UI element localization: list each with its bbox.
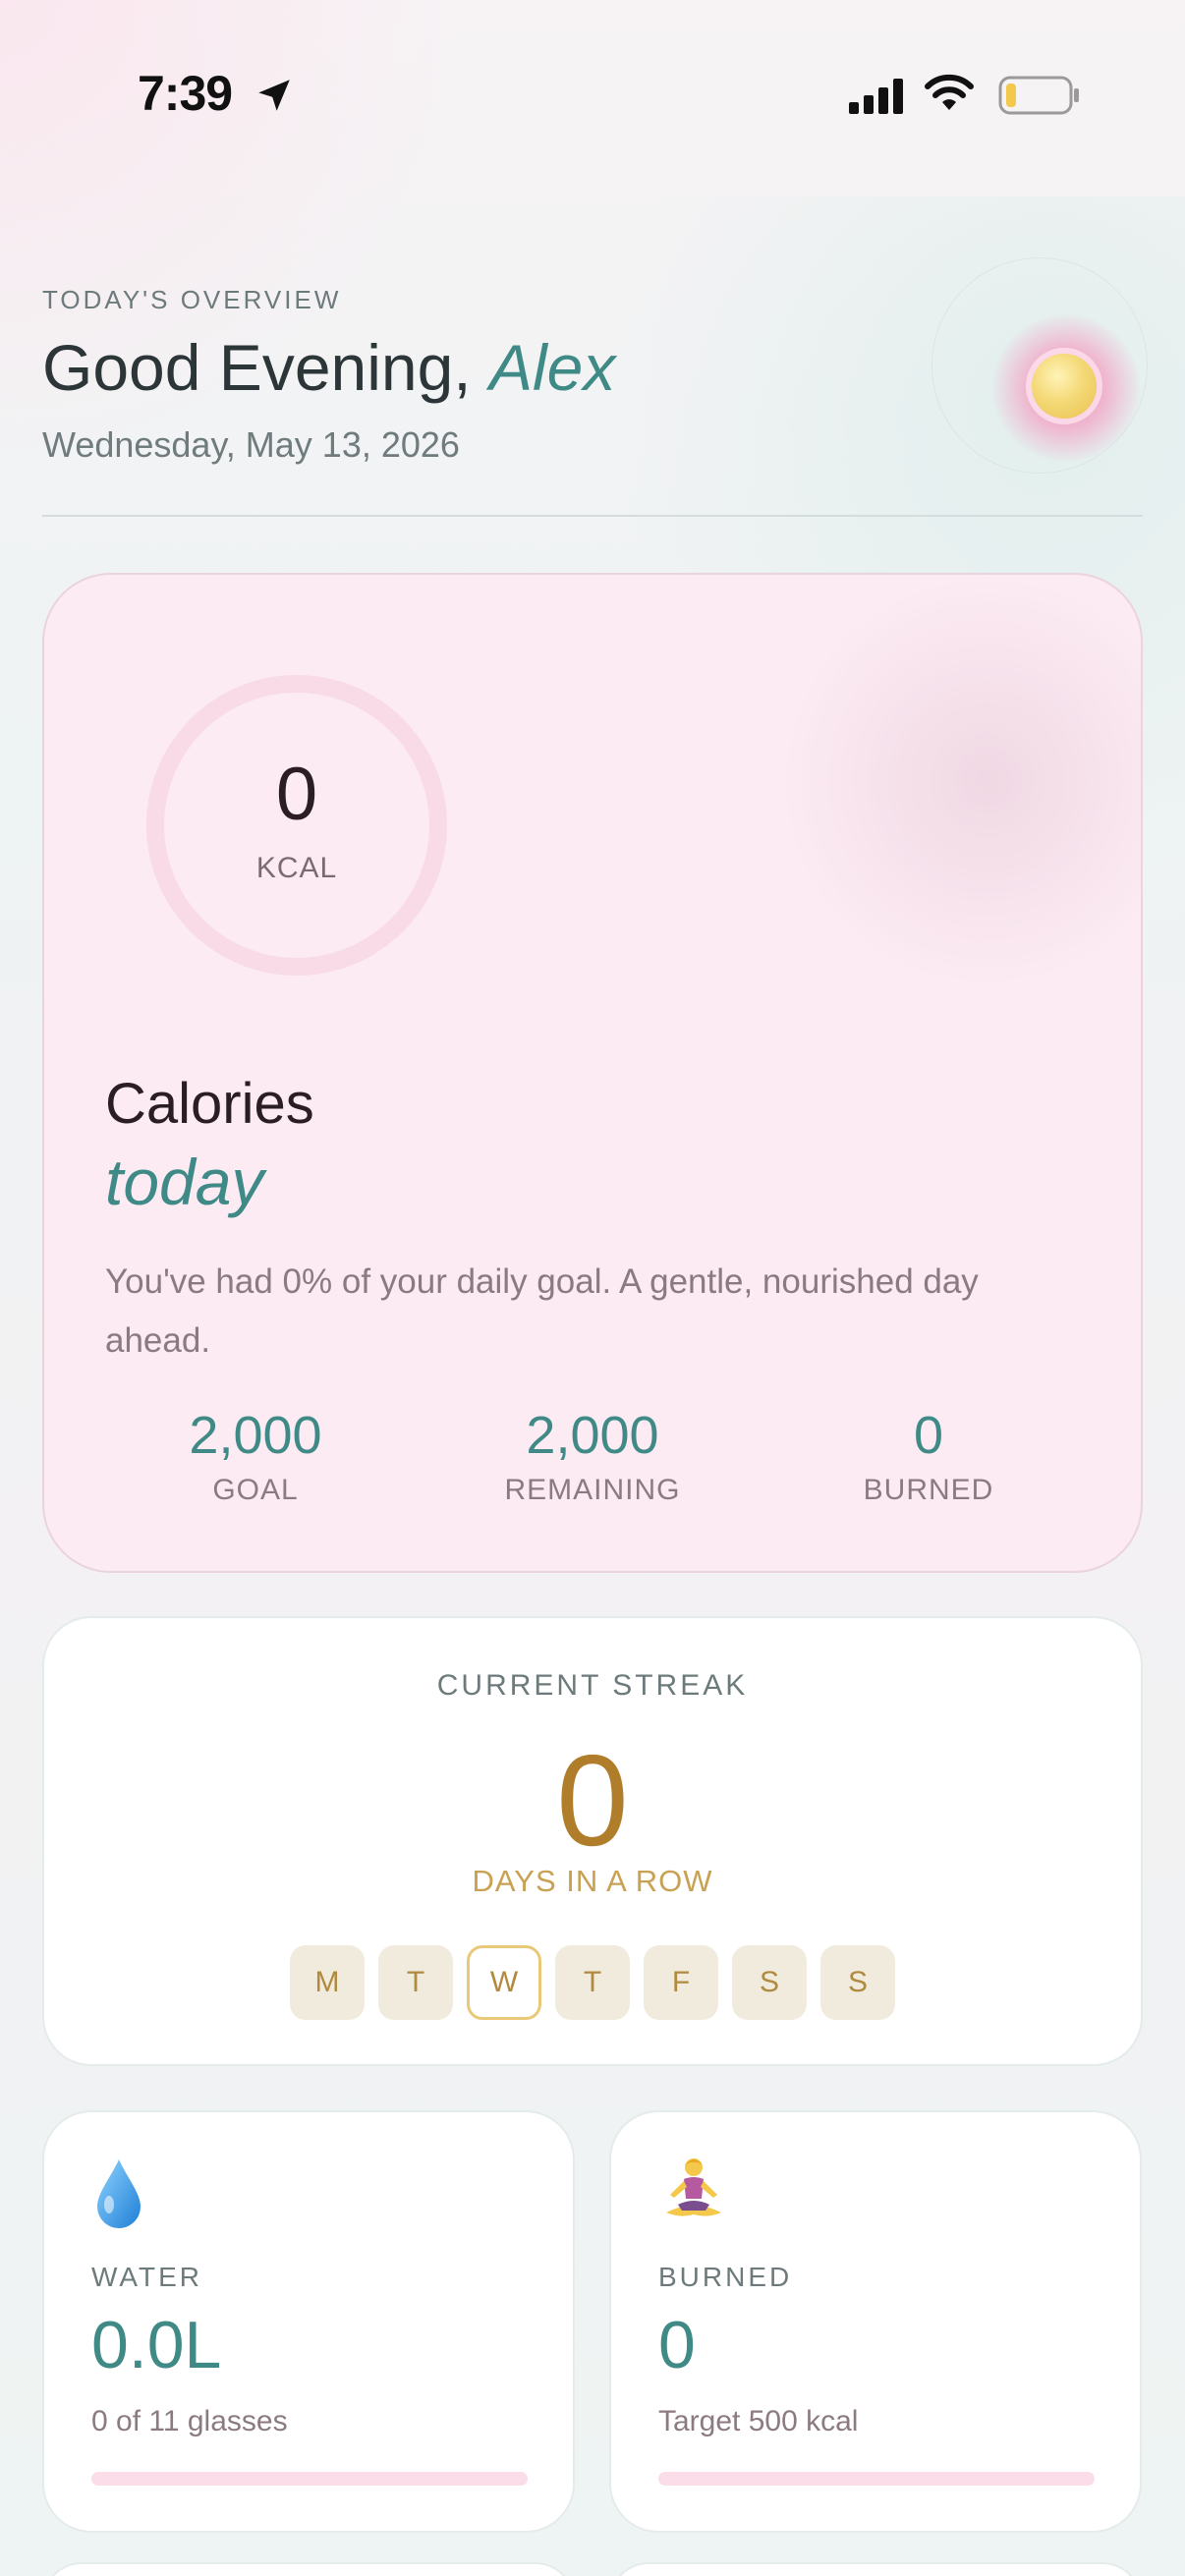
- next-card-peek: [609, 2562, 1142, 2576]
- water-label: WATER: [91, 2262, 202, 2292]
- goal-value: 2,000: [189, 1406, 322, 1465]
- weekday-row: M T W T F S S: [290, 1945, 895, 2020]
- current-date: Wednesday, May 13, 2026: [42, 424, 460, 465]
- calories-message: You've had 0% of your daily goal. A gent…: [105, 1262, 979, 1360]
- cellular-signal-icon: [849, 79, 903, 114]
- burned-card-value: 0: [658, 2308, 696, 2382]
- weekday-saturday: S: [732, 1945, 807, 2020]
- overview-eyebrow: TODAY'S OVERVIEW: [42, 285, 342, 314]
- remaining-stat: 2,000 REMAINING: [445, 1405, 740, 1507]
- water-card[interactable]: WATER 0.0L 0 of 11 glasses: [42, 2110, 575, 2533]
- weekday-friday: F: [644, 1945, 718, 2020]
- weekday-sunday: S: [820, 1945, 895, 2020]
- burned-label: BURNED: [863, 1474, 994, 1506]
- water-drop-icon: [97, 2159, 141, 2228]
- user-name: Alex: [488, 331, 616, 404]
- calories-card[interactable]: 0 KCAL Calories today You've had 0% of y…: [42, 573, 1143, 1573]
- weekday-monday: M: [290, 1945, 365, 2020]
- burned-card[interactable]: BURNED 0 Target 500 kcal: [609, 2110, 1142, 2533]
- weekday-thursday: T: [555, 1945, 630, 2020]
- streak-value: 0: [556, 1728, 629, 1873]
- streak-card[interactable]: CURRENT STREAK 0 DAYS IN A ROW M T W T F…: [42, 1616, 1143, 2066]
- calories-title: Calories: [105, 1072, 314, 1136]
- sun-icon[interactable]: [1032, 354, 1097, 419]
- decorative-blob: [781, 575, 1141, 987]
- streak-title: CURRENT STREAK: [436, 1669, 749, 1702]
- burned-card-label: BURNED: [658, 2262, 793, 2292]
- status-time: 7:39: [138, 66, 233, 121]
- calorie-value: 0: [275, 753, 318, 836]
- remaining-value: 2,000: [526, 1406, 659, 1465]
- location-arrow-icon: [258, 80, 290, 111]
- burned-progress-bar: [658, 2472, 1095, 2486]
- water-progress-bar: [91, 2472, 528, 2486]
- battery-icon: [998, 76, 1079, 115]
- water-note: 0 of 11 glasses: [91, 2405, 288, 2437]
- calorie-unit: KCAL: [255, 852, 338, 884]
- calories-subtitle: today: [105, 1146, 264, 1218]
- meditation-icon: [666, 2158, 721, 2216]
- remaining-label: REMAINING: [504, 1474, 681, 1506]
- weekday-tuesday: T: [378, 1945, 453, 2020]
- header-divider: [42, 515, 1143, 517]
- greeting-text: Good Evening,: [42, 331, 472, 404]
- goal-label: GOAL: [212, 1474, 299, 1506]
- streak-unit: DAYS IN A ROW: [472, 1864, 713, 1898]
- weekday-wednesday: W: [467, 1945, 541, 2020]
- burned-value: 0: [913, 1406, 944, 1465]
- status-bar: 7:39: [0, 0, 1185, 187]
- burned-card-note: Target 500 kcal: [658, 2405, 859, 2437]
- wifi-icon: [925, 74, 974, 110]
- burned-stat: 0 BURNED: [781, 1405, 1076, 1507]
- next-card-peek: [42, 2562, 575, 2576]
- water-value: 0.0L: [91, 2308, 222, 2382]
- goal-stat: 2,000 GOAL: [108, 1405, 403, 1507]
- greeting-heading: Good Evening, Alex: [42, 330, 615, 405]
